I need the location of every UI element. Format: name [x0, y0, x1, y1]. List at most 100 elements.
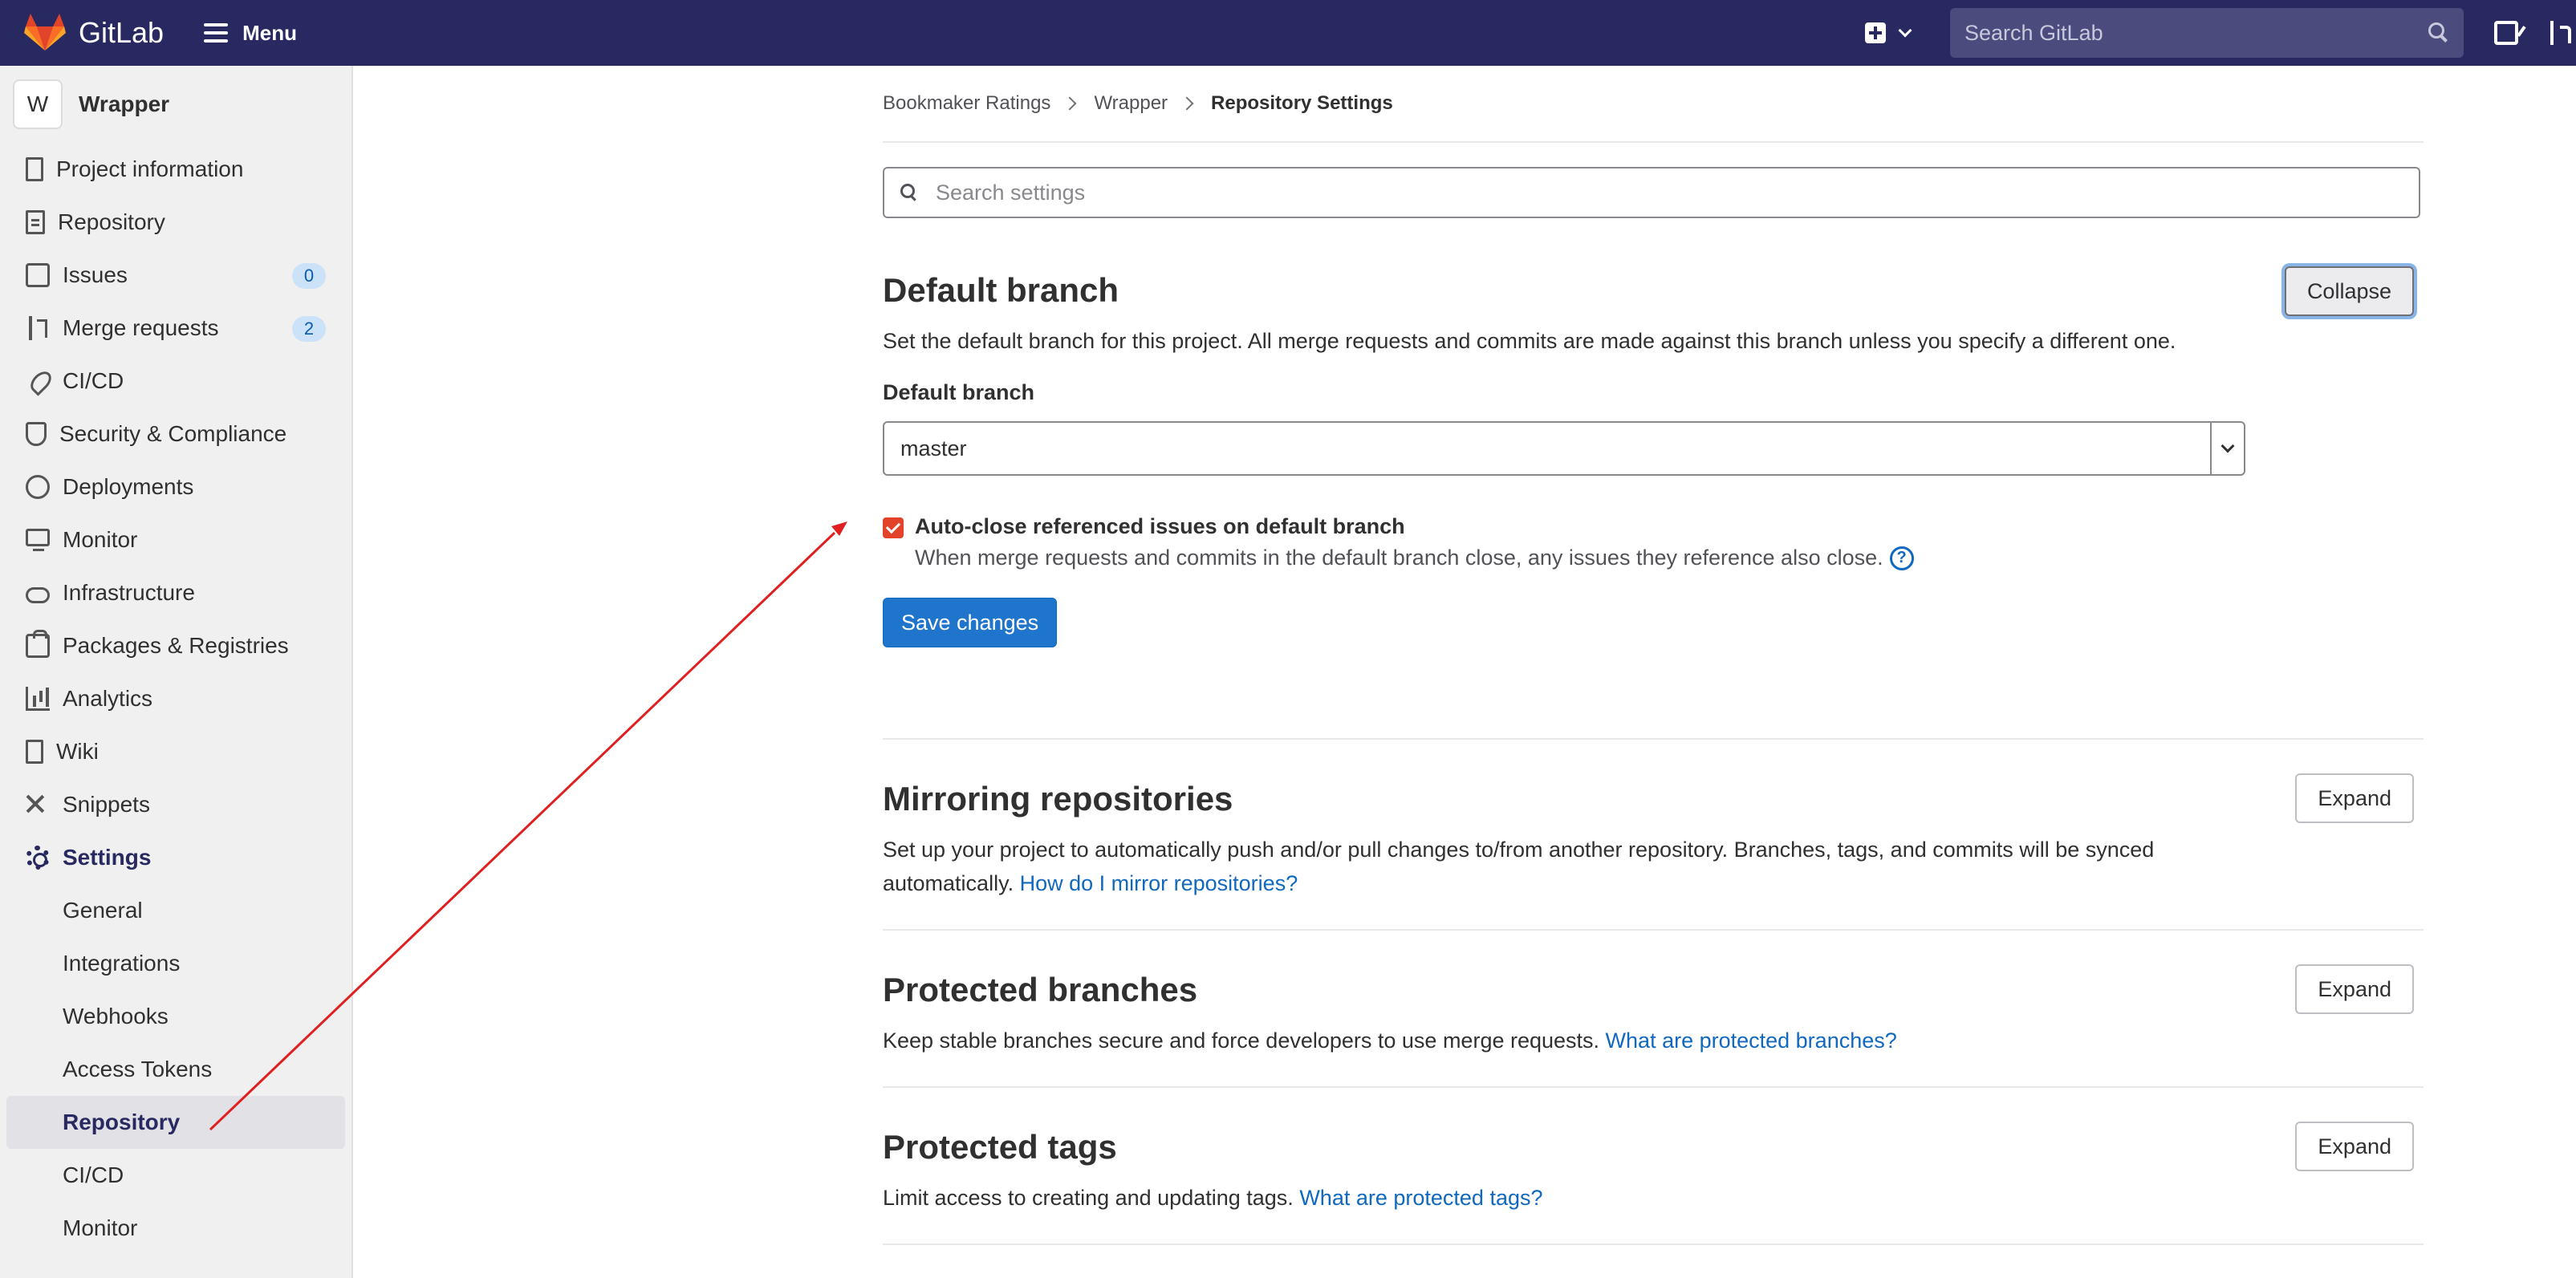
- sidebar-subitem-webhooks[interactable]: Webhooks: [0, 990, 351, 1043]
- sidebar-subitem-repository[interactable]: Repository: [6, 1096, 345, 1149]
- section-title: Protected branches: [883, 971, 1198, 1008]
- cloud-icon: [26, 587, 50, 603]
- auto-close-text: Auto-close referenced issues on default …: [915, 514, 1914, 570]
- breadcrumb-project-link[interactable]: Wrapper: [1094, 92, 1168, 115]
- section-description: Keep stable branches secure and force de…: [883, 1024, 2247, 1057]
- protected-tags-help-link[interactable]: What are protected tags?: [1299, 1186, 1542, 1210]
- issues-icon: [26, 263, 50, 287]
- global-search-input[interactable]: [1965, 20, 2398, 46]
- sidebar-subitem-label: CI/CD: [63, 1162, 124, 1187]
- sidebar-item-project-information[interactable]: Project information: [0, 143, 351, 196]
- monitor-icon: [26, 529, 50, 551]
- main-content: Bookmaker Ratings Wrapper Repository Set…: [883, 66, 2424, 1245]
- expand-button[interactable]: Expand: [2295, 773, 2414, 823]
- global-search[interactable]: [1950, 8, 2464, 58]
- sidebar-item-label: Packages & Registries: [63, 633, 289, 658]
- settings-search[interactable]: [883, 167, 2420, 218]
- protected-tags-description-text: Limit access to creating and updating ta…: [883, 1186, 1294, 1210]
- gear-icon: [26, 846, 50, 870]
- mirroring-help-link[interactable]: How do I mirror repositories?: [1020, 871, 1298, 895]
- sidebar-item-analytics[interactable]: Analytics: [0, 672, 351, 725]
- sidebar-subitem-ci-cd[interactable]: CI/CD: [0, 1149, 351, 1202]
- search-icon: [900, 184, 918, 201]
- sidebar-item-snippets[interactable]: Snippets: [0, 778, 351, 831]
- protected-branches-description-text: Keep stable branches secure and force de…: [883, 1028, 1600, 1053]
- search-icon: [2428, 22, 2449, 43]
- section-description: Set the default branch for this project.…: [883, 329, 2176, 353]
- project-info-icon: [26, 157, 43, 181]
- sidebar-item-wiki[interactable]: Wiki: [0, 725, 351, 778]
- question-icon[interactable]: ?: [1889, 546, 1914, 570]
- menu-label: Menu: [242, 20, 297, 45]
- default-branch-label: Default branch: [883, 380, 1035, 404]
- sidebar-subitem-label: Monitor: [63, 1215, 138, 1240]
- settings-search-input[interactable]: [936, 180, 2380, 205]
- tanuki-icon: [24, 14, 66, 51]
- deployments-icon: [26, 475, 50, 499]
- sidebar-subitem-label: General: [63, 898, 143, 923]
- merge-request-icon: [26, 316, 50, 340]
- auto-close-label: Auto-close referenced issues on default …: [915, 514, 1405, 538]
- project-name: Wrapper: [79, 91, 170, 116]
- scissors-icon: [26, 793, 50, 817]
- sidebar-item-monitor[interactable]: Monitor: [0, 513, 351, 566]
- merge-request-icon[interactable]: [2549, 21, 2573, 45]
- section-description: Set up your project to automatically pus…: [883, 833, 2247, 900]
- sidebar-item-label: Wiki: [56, 739, 99, 764]
- sidebar-item-label: CI/CD: [63, 368, 124, 393]
- gitlab-logo[interactable]: GitLab: [24, 14, 164, 52]
- sidebar-subitem-integrations[interactable]: Integrations: [0, 937, 351, 990]
- collapse-button[interactable]: Collapse: [2284, 266, 2414, 316]
- repository-icon: [26, 210, 45, 234]
- save-changes-button[interactable]: Save changes: [883, 598, 1058, 647]
- auto-close-checkbox[interactable]: [883, 517, 904, 538]
- shield-icon: [26, 422, 47, 446]
- sidebar-item-settings[interactable]: Settings: [0, 831, 351, 884]
- sidebar-item-ci-cd[interactable]: CI/CD: [0, 355, 351, 408]
- analytics-icon: [26, 687, 50, 711]
- protected-tags-section: Protected tags Expand Limit access to cr…: [883, 1088, 2424, 1245]
- mirroring-section: Mirroring repositories Expand Set up you…: [883, 740, 2424, 931]
- sidebar-item-packages-registries[interactable]: Packages & Registries: [0, 619, 351, 672]
- sidebar-item-issues[interactable]: Issues 0: [0, 249, 351, 302]
- arrow-head: [831, 521, 847, 536]
- protected-branches-help-link[interactable]: What are protected branches?: [1606, 1028, 1897, 1053]
- new-dropdown-button[interactable]: [1865, 22, 1912, 43]
- sidebar-item-label: Settings: [63, 845, 152, 870]
- hamburger-icon: [204, 23, 229, 43]
- sidebar-item-deployments[interactable]: Deployments: [0, 460, 351, 513]
- sidebar-item-security-compliance[interactable]: Security & Compliance: [0, 408, 351, 460]
- menu-button[interactable]: Menu: [204, 21, 297, 46]
- book-icon: [26, 740, 43, 764]
- merge-requests-count-badge: 2: [292, 316, 326, 342]
- section-title: Default branch: [883, 271, 1119, 309]
- chevron-right-icon: [1180, 96, 1194, 111]
- package-icon: [26, 630, 50, 658]
- sidebar-subitem-label: Repository: [63, 1110, 181, 1134]
- chevron-down-icon: [1898, 23, 1912, 38]
- chevron-down-icon[interactable]: [2210, 423, 2244, 474]
- sidebar-subitem-access-tokens[interactable]: Access Tokens: [0, 1043, 351, 1096]
- chevron-right-icon: [1062, 96, 1077, 111]
- expand-button[interactable]: Expand: [2295, 964, 2414, 1014]
- sidebar-item-infrastructure[interactable]: Infrastructure: [0, 566, 351, 619]
- default-branch-select[interactable]: master: [883, 421, 2245, 476]
- sidebar-item-repository[interactable]: Repository: [0, 196, 351, 249]
- sidebar-subitem-label: Webhooks: [63, 1004, 169, 1028]
- breadcrumb-current[interactable]: Repository Settings: [1211, 92, 1393, 115]
- auto-close-help-row: When merge requests and commits in the d…: [915, 546, 1914, 570]
- breadcrumb: Bookmaker Ratings Wrapper Repository Set…: [883, 66, 2424, 143]
- issues-icon[interactable]: [2494, 21, 2518, 45]
- default-branch-section: Default branch Collapse Set the default …: [883, 218, 2424, 740]
- sidebar-item-label: Analytics: [63, 686, 153, 711]
- expand-button[interactable]: Expand: [2295, 1122, 2414, 1171]
- sidebar-item-merge-requests[interactable]: Merge requests 2: [0, 302, 351, 355]
- plus-square-icon: [1865, 22, 1886, 43]
- breadcrumb-group-link[interactable]: Bookmaker Ratings: [883, 92, 1050, 115]
- sidebar-subitem-label: Integrations: [63, 951, 181, 976]
- sidebar-item-label: Deployments: [63, 474, 194, 499]
- rocket-icon: [26, 369, 50, 393]
- sidebar-subitem-monitor[interactable]: Monitor: [0, 1202, 351, 1255]
- project-header[interactable]: W Wrapper: [0, 66, 351, 143]
- sidebar-subitem-general[interactable]: General: [0, 884, 351, 937]
